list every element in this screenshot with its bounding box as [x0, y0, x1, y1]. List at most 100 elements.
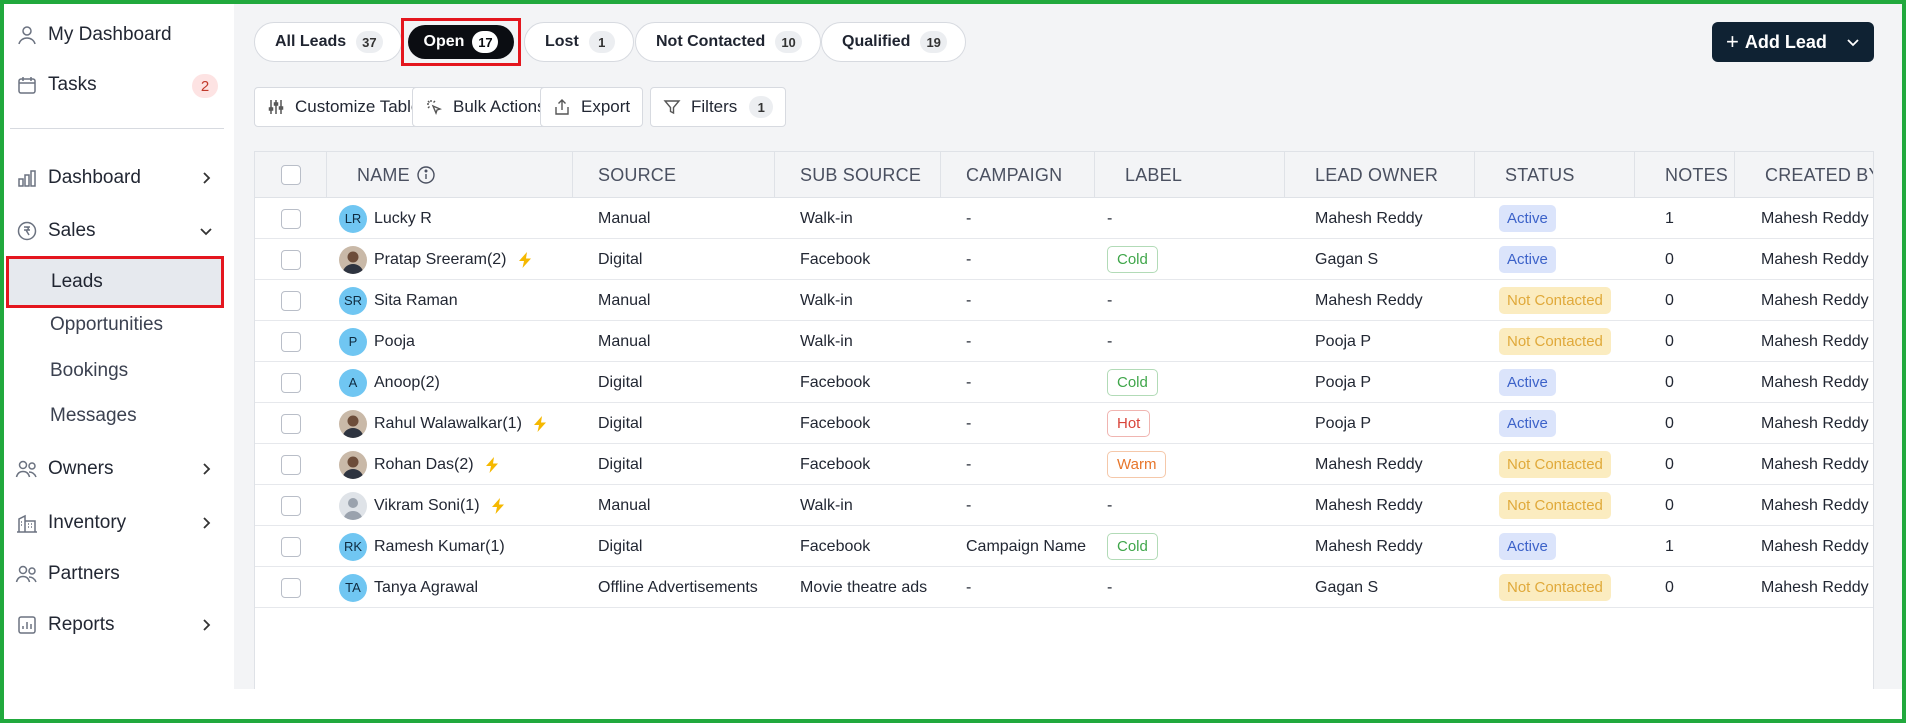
column-header-name[interactable]: NAME — [327, 152, 573, 198]
table-row[interactable]: A Anoop(2) Digital Facebook - Cold Pooja P Acti… — [255, 362, 1873, 403]
tab-lost[interactable]: Lost 1 — [524, 22, 634, 62]
customize-table-button[interactable]: Customize Table — [254, 87, 434, 127]
table-row[interactable]: LR Lucky R Manual Walk-in - - Mahesh Reddy Acti… — [255, 198, 1873, 239]
sidebar-item-bookings[interactable]: Bookings — [50, 360, 128, 382]
row-checkbox[interactable] — [281, 495, 301, 516]
sidebar-item-label: Reports — [48, 614, 115, 635]
sub-source-cell: Facebook — [800, 373, 871, 391]
sidebar-item-inventory[interactable]: Inventory — [4, 503, 230, 543]
avatar — [339, 491, 367, 520]
sidebar-item-opportunities[interactable]: Opportunities — [50, 314, 163, 336]
lead-name-cell[interactable]: SR Sita Raman — [327, 280, 573, 321]
source-cell: Digital — [598, 373, 643, 391]
row-checkbox[interactable] — [281, 413, 301, 434]
column-header-notes[interactable]: NOTES — [1635, 152, 1735, 198]
row-checkbox[interactable] — [281, 249, 301, 270]
avatar: SR — [339, 286, 367, 315]
lead-name-cell[interactable]: TA Tanya Agrawal — [327, 567, 573, 608]
tab-open[interactable]: Open 17 — [408, 25, 514, 59]
lead-name-cell[interactable]: A Anoop(2) — [327, 362, 573, 403]
tab-qualified[interactable]: Qualified 19 — [821, 22, 966, 62]
status-cell: Not Contacted — [1475, 321, 1635, 362]
column-header-campaign[interactable]: CAMPAIGN — [941, 152, 1095, 198]
tab-label: Open — [423, 33, 465, 50]
column-header-source[interactable]: SOURCE — [573, 152, 775, 198]
add-lead-button[interactable]: + Add Lead — [1712, 22, 1874, 62]
label-cell: Cold — [1095, 362, 1285, 403]
lead-name-cell[interactable]: LR Lucky R — [327, 198, 573, 239]
tab-all-leads[interactable]: All Leads 37 — [254, 22, 402, 62]
select-all-checkbox[interactable] — [280, 165, 301, 185]
sub-source-cell: Facebook — [800, 455, 871, 473]
status-cell: Active — [1475, 526, 1635, 567]
chevron-right-icon — [196, 459, 216, 479]
table-row[interactable]: Pratap Sreeram(2) Digital Facebook - Cold Gag… — [255, 239, 1873, 280]
row-checkbox[interactable] — [281, 208, 301, 229]
column-header-lead-owner[interactable]: LEAD OWNER — [1285, 152, 1475, 198]
sidebar-item-dashboard[interactable]: Dashboard — [4, 158, 230, 198]
sidebar-item-owners[interactable]: Owners — [4, 449, 230, 489]
filters-button[interactable]: Filters 1 — [650, 87, 787, 127]
table-row[interactable]: Vikram Soni(1) Manual Walk-in - - Mahesh Redd… — [255, 485, 1873, 526]
sidebar-item-partners[interactable]: Partners — [4, 554, 230, 594]
info-icon[interactable] — [416, 165, 436, 185]
table-row[interactable]: SR Sita Raman Manual Walk-in - - Mahesh Reddy N… — [255, 280, 1873, 321]
status-cell: Active — [1475, 403, 1635, 444]
chevron-down-icon[interactable] — [1844, 33, 1862, 51]
avatar: RK — [339, 532, 367, 561]
sidebar-item-sales[interactable]: Sales — [4, 211, 230, 251]
source-cell: Manual — [598, 332, 651, 350]
label-tag: Cold — [1107, 246, 1158, 273]
lead-name[interactable]: Pooja — [374, 333, 415, 351]
sliders-icon — [267, 98, 285, 116]
table-row[interactable]: Rohan Das(2) Digital Facebook - Warm Mahesh R… — [255, 444, 1873, 485]
lead-name[interactable]: Sita Raman — [374, 292, 458, 310]
row-checkbox[interactable] — [281, 331, 301, 352]
lead-name[interactable]: Lucky R — [374, 210, 432, 228]
row-checkbox-cell — [255, 321, 327, 362]
sidebar-item-messages[interactable]: Messages — [50, 405, 137, 427]
table-row[interactable]: RK Ramesh Kumar(1) Digital Facebook Campaign… — [255, 526, 1873, 567]
row-checkbox[interactable] — [281, 577, 301, 598]
lead-name[interactable]: Tanya Agrawal — [374, 579, 478, 597]
table-row[interactable]: P Pooja Manual Walk-in - - Pooja P Not Contacte… — [255, 321, 1873, 362]
row-checkbox[interactable] — [281, 290, 301, 311]
lead-name-cell[interactable]: P Pooja — [327, 321, 573, 362]
lead-name-cell[interactable]: Rohan Das(2) — [327, 444, 573, 485]
table-row[interactable]: TA Tanya Agrawal Offline Advertisements Mov… — [255, 567, 1873, 608]
label-cell: - — [1095, 280, 1285, 321]
sidebar-item-reports[interactable]: Reports — [4, 605, 230, 645]
lead-name[interactable]: Rohan Das(2) — [374, 456, 474, 474]
tab-not-contacted[interactable]: Not Contacted 10 — [635, 22, 821, 62]
lead-name-cell[interactable]: RK Ramesh Kumar(1) — [327, 526, 573, 567]
label-cell: - — [1095, 198, 1285, 239]
lead-name-cell[interactable]: Pratap Sreeram(2) — [327, 239, 573, 280]
sub-source-cell: Walk-in — [800, 209, 853, 227]
column-header-created-by[interactable]: CREATED BY — [1735, 152, 1873, 198]
lead-name-cell[interactable]: Rahul Walawalkar(1) — [327, 403, 573, 444]
lead-name-cell[interactable]: Vikram Soni(1) — [327, 485, 573, 526]
lead-name[interactable]: Rahul Walawalkar(1) — [374, 415, 522, 433]
lead-name[interactable]: Vikram Soni(1) — [374, 497, 480, 515]
column-header-status[interactable]: STATUS — [1475, 152, 1635, 198]
lead-name[interactable]: Pratap Sreeram(2) — [374, 251, 507, 269]
campaign-cell: - — [966, 291, 972, 309]
sub-source-cell: Walk-in — [800, 496, 853, 514]
notes-cell: 1 — [1665, 537, 1674, 555]
column-header-label[interactable]: LABEL — [1095, 152, 1285, 198]
bulk-actions-button[interactable]: Bulk Actions — [412, 87, 559, 127]
row-checkbox[interactable] — [281, 536, 301, 557]
sidebar-item-tasks[interactable]: Tasks 2 — [4, 65, 230, 105]
lead-name[interactable]: Anoop(2) — [374, 374, 440, 392]
share-icon — [553, 98, 571, 116]
table-row[interactable]: Rahul Walawalkar(1) Digital Facebook - Hot Po… — [255, 403, 1873, 444]
sidebar-item-leads[interactable]: Leads — [6, 256, 224, 308]
lead-name[interactable]: Ramesh Kumar(1) — [374, 538, 505, 556]
row-checkbox[interactable] — [281, 372, 301, 393]
button-label: Export — [581, 97, 631, 116]
row-checkbox[interactable] — [281, 454, 301, 475]
export-button[interactable]: Export — [540, 87, 644, 127]
column-header-sub-source[interactable]: SUB SOURCE — [775, 152, 941, 198]
sidebar-item-my-dashboard[interactable]: My Dashboard — [4, 15, 230, 55]
campaign-cell: - — [966, 496, 972, 514]
